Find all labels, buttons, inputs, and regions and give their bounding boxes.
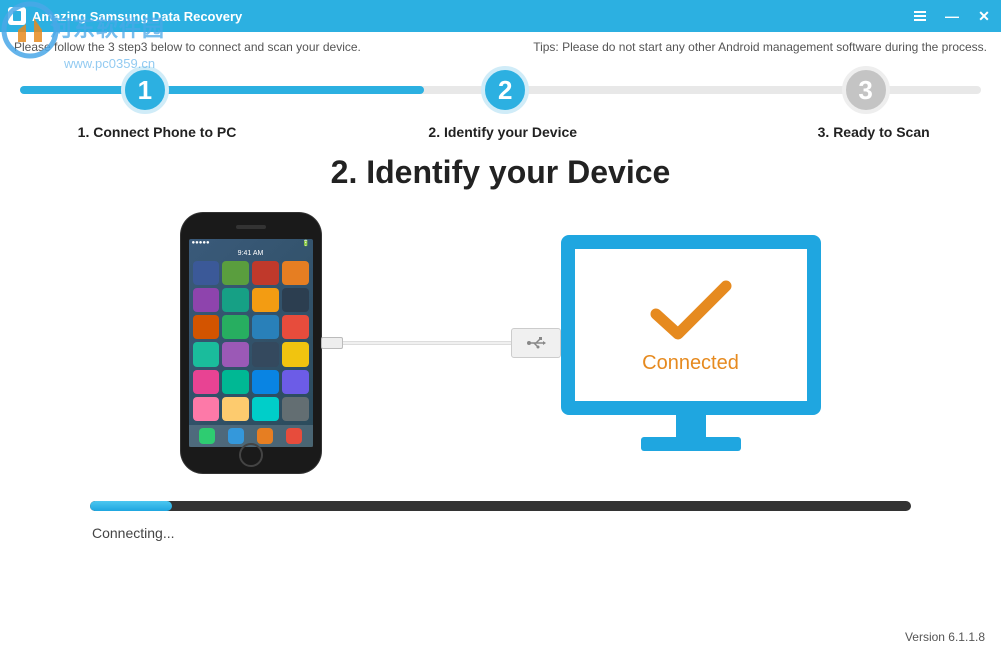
- stepper-progress: [20, 86, 424, 94]
- step-1-label: 1. Connect Phone to PC: [78, 124, 237, 140]
- app-icon: [193, 342, 220, 366]
- dock-icon: [228, 428, 244, 444]
- stepper: 1 2 3 1. Connect Phone to PC 2. Identify…: [20, 66, 981, 136]
- app-icon: [282, 370, 309, 394]
- watermark-url: www.pc0359.cn: [64, 56, 155, 71]
- phone-device: ●●●●● 🔋 9:41 AM: [181, 213, 321, 473]
- app-icon: [282, 342, 309, 366]
- minimize-button[interactable]: —: [943, 7, 961, 25]
- monitor-base: [641, 437, 741, 451]
- phone-time: 9:41 AM: [189, 250, 313, 257]
- progress-label: Connecting...: [90, 525, 911, 541]
- monitor-neck: [676, 415, 706, 437]
- app-icon: [282, 288, 309, 312]
- app-icon: [193, 370, 220, 394]
- step-3-circle: 3: [842, 66, 890, 114]
- dock-icon: [199, 428, 215, 444]
- app-icon: [252, 315, 279, 339]
- close-button[interactable]: ✕: [975, 7, 993, 25]
- settings-button[interactable]: [911, 7, 929, 25]
- app-icon: [252, 397, 279, 421]
- phone-home-button: [239, 443, 263, 467]
- monitor-screen: Connected: [561, 235, 821, 415]
- app-icon: [252, 261, 279, 285]
- progress-bar: [90, 501, 911, 511]
- monitor: Connected: [561, 235, 821, 451]
- app-icon: [193, 288, 220, 312]
- app-icon: [222, 342, 249, 366]
- app-icon: [282, 261, 309, 285]
- checkmark-icon: [646, 276, 736, 346]
- step-2-label: 2. Identify your Device: [428, 124, 577, 140]
- phone-speaker: [236, 225, 266, 229]
- progress-fill: [90, 501, 172, 511]
- connected-label: Connected: [642, 352, 739, 375]
- page-heading: 2. Identify your Device: [0, 154, 1001, 191]
- app-icon: [222, 370, 249, 394]
- dock-icon: [286, 428, 302, 444]
- app-icon: [222, 315, 249, 339]
- step-2-circle: 2: [481, 66, 529, 114]
- app-icon: [282, 315, 309, 339]
- app-icon: [193, 315, 220, 339]
- usb-cable: [321, 333, 561, 353]
- app-icon: [222, 288, 249, 312]
- app-icon: [252, 342, 279, 366]
- phone-carrier: ●●●●●: [192, 240, 210, 248]
- dock-icon: [257, 428, 273, 444]
- cable-plug-usb: [511, 328, 561, 358]
- version-label: Version 6.1.1.8: [905, 630, 985, 644]
- app-icon: [222, 397, 249, 421]
- phone-screen: ●●●●● 🔋 9:41 AM: [189, 239, 313, 447]
- app-icon: [252, 370, 279, 394]
- cable-wire: [343, 341, 511, 345]
- app-icon: [282, 397, 309, 421]
- cable-plug-phone: [321, 337, 343, 349]
- phone-status-bar: ●●●●● 🔋: [189, 239, 313, 249]
- illustration: ●●●●● 🔋 9:41 AM Connected: [0, 213, 1001, 473]
- watermark-text: 河东软件园: [50, 11, 165, 43]
- app-icon: [252, 288, 279, 312]
- step-3-label: 3. Ready to Scan: [818, 124, 930, 140]
- app-icon: [193, 261, 220, 285]
- app-grid: [189, 257, 313, 425]
- progress-section: Connecting...: [90, 501, 911, 541]
- app-icon: [222, 261, 249, 285]
- app-icon: [193, 397, 220, 421]
- tips-text: Tips: Please do not start any other Andr…: [533, 40, 987, 54]
- step-1-circle: 1: [121, 66, 169, 114]
